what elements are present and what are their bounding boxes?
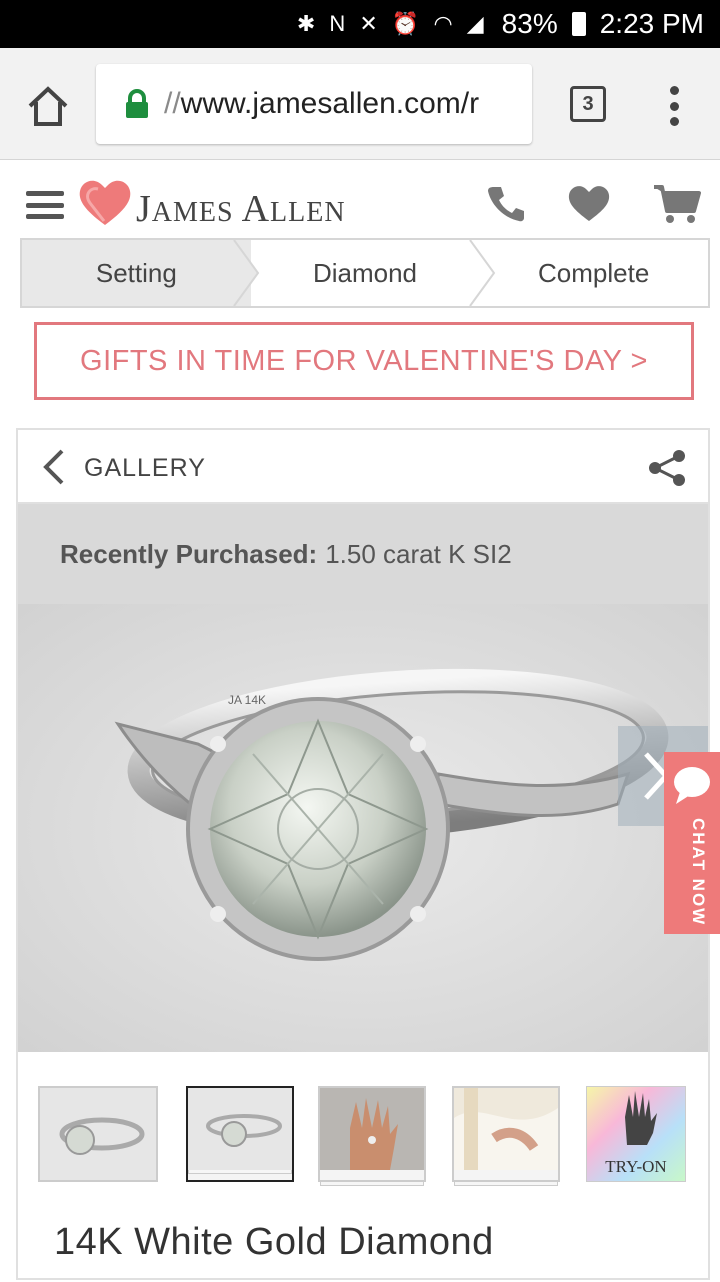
share-icon[interactable] (646, 448, 688, 488)
step-diamond[interactable]: Diamond (251, 240, 480, 306)
site-header: JAMES ALLEN (0, 161, 720, 239)
thumbnail-ring-front[interactable] (186, 1086, 294, 1182)
thumbnail-image (188, 1088, 292, 1170)
hand-icon (625, 1091, 657, 1145)
build-steps: Setting Diamond Complete (20, 238, 710, 308)
thumbnail-image (40, 1088, 156, 1180)
product-title: 14K White Gold Diamond (54, 1221, 494, 1263)
chat-now-label: CHAT NOW (689, 818, 708, 927)
gallery-header: GALLERY (18, 430, 708, 504)
thumbnail-stack-shadow (454, 1182, 558, 1186)
recently-purchased-bar: Recently Purchased: 1.50 carat K SI2 (18, 504, 708, 604)
logo-word-llen: LLEN (270, 197, 346, 228)
promo-text: GIFTS IN TIME FOR VALENTINE'S DAY > (80, 344, 648, 377)
chat-now-button[interactable]: CHAT NOW (664, 752, 720, 934)
try-on-label: TRY-ON (605, 1157, 667, 1176)
step-label: Diamond (312, 257, 418, 288)
thumbnail-image (320, 1088, 424, 1170)
clock: 2:23 PM (599, 8, 704, 39)
promo-banner[interactable]: GIFTS IN TIME FOR VALENTINE'S DAY > (34, 322, 694, 400)
chevron-left-icon[interactable] (40, 448, 68, 486)
chat-bubble-icon (674, 767, 710, 804)
status-icons: ✱ N ✕ ⏰ ◠ ◢ (296, 11, 488, 36)
lock-icon (126, 89, 148, 118)
logo-initial-a: A (241, 188, 271, 230)
thumbnail-stack-shadow (320, 1182, 424, 1186)
logo-word-ames: AMES (151, 197, 234, 228)
logo-wordmark[interactable]: JAMES ALLEN (136, 187, 346, 231)
status-bar: ✱ N ✕ ⏰ ◠ ◢ 83% 2:23 PM (0, 0, 720, 48)
gallery-back-link[interactable]: GALLERY (84, 454, 206, 483)
wishlist-heart-icon[interactable] (566, 183, 612, 223)
overflow-menu-icon[interactable] (666, 86, 682, 126)
step-setting[interactable]: Setting (22, 240, 251, 306)
thumbnail-image (454, 1088, 558, 1170)
recently-purchased-label: Recently Purchased: (60, 538, 318, 569)
browser-toolbar: //www.jamesallen.com/r 3 (0, 48, 720, 160)
url-text: //www.jamesallen.com/r (164, 87, 479, 121)
logo-initial-j: J (136, 188, 152, 230)
recently-purchased-value: 1.50 carat K SI2 (325, 538, 512, 569)
product-photo[interactable]: Recently Purchased: 1.50 carat K SI2 JA … (18, 504, 708, 1052)
hamburger-menu-icon[interactable] (26, 191, 64, 219)
engraving-text: JA 14K (228, 693, 266, 707)
url-host: www.jamesallen.com/r (180, 87, 480, 120)
home-icon[interactable] (26, 84, 70, 128)
try-on-button[interactable]: TRY-ON (586, 1086, 686, 1182)
step-label: Setting (95, 257, 177, 288)
ring-image: JA 14K (18, 604, 708, 1052)
battery-percent: 83% (501, 8, 558, 39)
step-complete[interactable]: Complete (479, 240, 708, 306)
thumbnail-hand[interactable] (318, 1086, 426, 1182)
tab-switcher-button[interactable]: 3 (570, 86, 606, 122)
thumbnail-strip: TRY-ON (38, 1086, 698, 1196)
cart-icon[interactable] (652, 183, 702, 225)
step-divider-icon (469, 240, 496, 306)
phone-icon[interactable] (486, 183, 526, 223)
address-bar[interactable]: //www.jamesallen.com/r (96, 64, 532, 144)
heart-logo-icon[interactable] (76, 175, 134, 227)
url-scheme: // (164, 87, 181, 120)
step-divider-icon (228, 240, 260, 306)
step-label: Complete (538, 257, 650, 288)
battery-icon (571, 12, 586, 36)
thumbnail-lifestyle[interactable] (452, 1086, 560, 1182)
product-card: GALLERY Recently Purchased: 1.50 carat K… (16, 428, 710, 1280)
thumbnail-stack-shadow (188, 1170, 292, 1174)
thumbnail-ring-side[interactable] (38, 1086, 158, 1182)
